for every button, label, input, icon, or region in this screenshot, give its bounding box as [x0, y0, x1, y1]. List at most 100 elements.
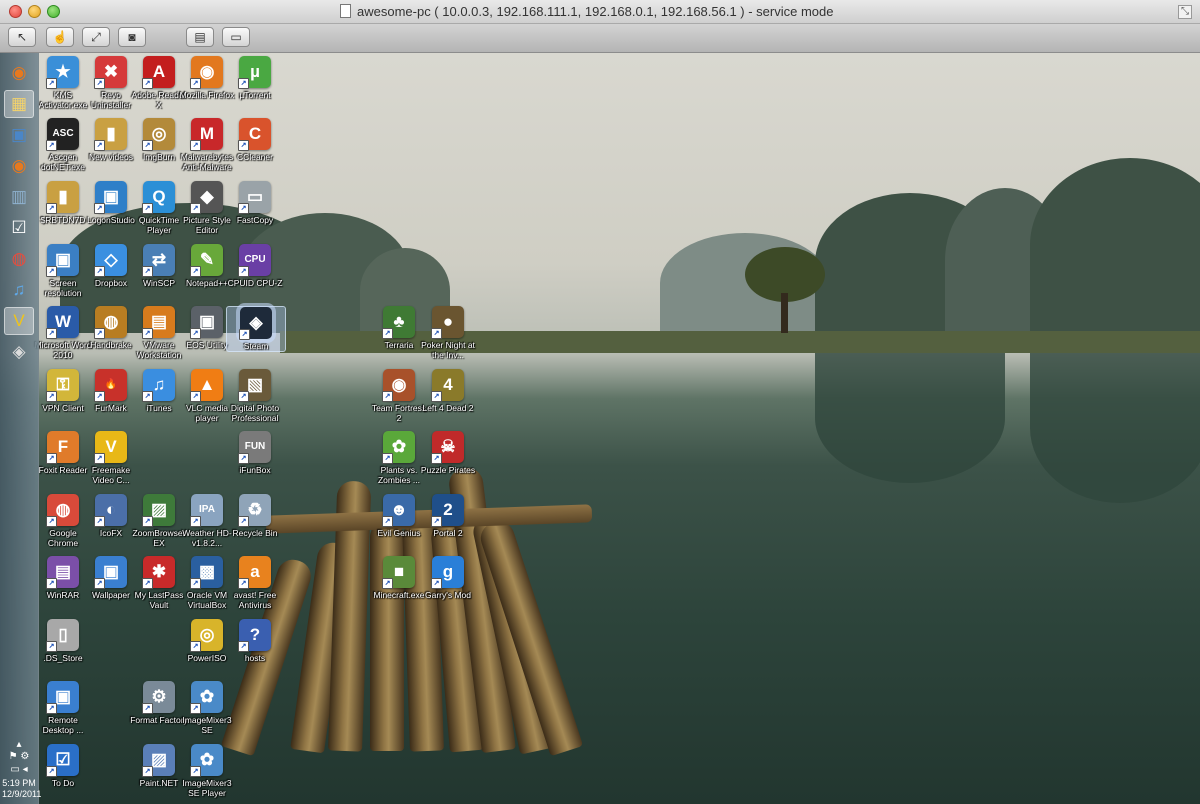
- imagemixer3-se-icon: ✿ ↗: [190, 681, 223, 714]
- desktop-icon-ds-store[interactable]: ▯ ↗ .DS_Store: [34, 619, 92, 663]
- shortcut-arrow-icon: ↗: [94, 516, 105, 527]
- oracle-vm-virtualbox-icon: ▩ ↗: [190, 556, 223, 589]
- new-videos-icon: ▮ ↗: [94, 118, 127, 151]
- show-hidden-icons-icon[interactable]: ▴: [2, 739, 36, 750]
- left-4-dead-2-icon: 4 ↗: [431, 369, 464, 402]
- furmark-icon: 🔥 ↗: [94, 369, 127, 402]
- shortcut-arrow-icon: ↗: [94, 140, 105, 151]
- clipboard-icon: ▤: [194, 30, 206, 44]
- shortcut-arrow-icon: ↗: [46, 391, 57, 402]
- desktop-icon-freemake-video-c[interactable]: V ↗ Freemake Video C...: [82, 431, 140, 485]
- desktop-icon-digital-photo-professional[interactable]: ▧ ↗ Digital Photo Professional: [226, 369, 284, 423]
- desktop-icon-garry-s-mod[interactable]: g ↗ Garry's Mod: [419, 556, 477, 600]
- fastcopy-icon: ▭ ↗: [238, 181, 271, 214]
- shortcut-arrow-icon: ↗: [94, 453, 105, 464]
- taskbar-firefox-2-icon[interactable]: ◉: [4, 152, 34, 180]
- shortcut-arrow-icon: ↗: [238, 391, 249, 402]
- desktop-icon-left-4-dead-2[interactable]: 4 ↗ Left 4 Dead 2: [419, 369, 477, 413]
- desktop-icon-torrent[interactable]: µ ↗ µTorrent: [226, 56, 284, 100]
- clock[interactable]: 5:19 PM 12/9/2011: [2, 778, 41, 800]
- shortcut-arrow-icon: ↗: [431, 578, 442, 589]
- desktop-icon-portal-2[interactable]: 2 ↗ Portal 2: [419, 494, 477, 538]
- desktop-icon-label: avast! Free Antivirus: [233, 590, 277, 610]
- winrar-icon: ▤ ↗: [46, 556, 79, 589]
- itunes-icon: ♫ ↗: [142, 369, 175, 402]
- desktop-icon-fastcopy[interactable]: ▭ ↗ FastCopy: [226, 181, 284, 225]
- toolbar-button-5[interactable]: ▭: [222, 27, 250, 47]
- desktop-icon-label: Puzzle Pirates: [420, 465, 476, 475]
- minimize-window-button[interactable]: [28, 5, 41, 18]
- hosts-icon: ? ↗: [238, 619, 271, 652]
- steam-icon: ◈ ↗: [239, 307, 272, 340]
- shortcut-arrow-icon: ↗: [46, 766, 57, 777]
- shortcut-arrow-icon: ↗: [431, 453, 442, 464]
- taskbar-firefox-icon[interactable]: ◉: [4, 59, 34, 87]
- vpn-client-icon: ⚿ ↗: [46, 369, 79, 402]
- shortcut-arrow-icon: ↗: [142, 578, 153, 589]
- shortcut-arrow-icon: ↗: [46, 328, 57, 339]
- taskbar-file-explorer-icon[interactable]: ▦: [4, 90, 34, 118]
- shortcut-arrow-icon: ↗: [382, 453, 393, 464]
- quicktime-player-icon: Q ↗: [142, 181, 175, 214]
- tray-icons[interactable]: ⚑ ⚙ ▭ ◂: [2, 750, 36, 776]
- clock-time: 5:19 PM: [2, 778, 36, 788]
- shortcut-arrow-icon: ↗: [382, 391, 393, 402]
- digital-photo-professional-icon: ▧ ↗: [238, 369, 271, 402]
- taskbar-network-icon[interactable]: ▥: [4, 183, 34, 211]
- desktop-icon-cpuid-cpu-z[interactable]: CPU ↗ CPUID CPU-Z: [226, 244, 284, 288]
- desktop-icon-recycle-bin[interactable]: ♻ ↗ Recycle Bin: [226, 494, 284, 538]
- desktop-icon-hosts[interactable]: ? ↗ hosts: [226, 619, 284, 663]
- my-lastpass-vault-icon: ✱ ↗: [142, 556, 175, 589]
- desktop-icon-label: Garry's Mod: [424, 590, 472, 600]
- tree-trunk: [781, 293, 788, 333]
- shortcut-arrow-icon: ↗: [190, 328, 201, 339]
- exit-fullscreen-icon[interactable]: ⤡: [1178, 5, 1192, 19]
- remote-desktop-icon: ▣ ↗: [46, 681, 79, 714]
- screenshot-camera-icon: ◙: [128, 30, 136, 44]
- shortcut-arrow-icon: ↗: [190, 641, 201, 652]
- taskbar-freemake-icon[interactable]: V: [4, 307, 34, 335]
- malwarebytes-anti-malware-icon: M ↗: [190, 118, 223, 151]
- desktop-icon-ifunbox[interactable]: FUN ↗ iFunBox: [226, 431, 284, 475]
- taskbar-monitor-icon[interactable]: ▣: [4, 121, 34, 149]
- shortcut-arrow-icon: ↗: [46, 641, 57, 652]
- taskbar-itunes-icon[interactable]: ♫: [4, 276, 34, 304]
- foxit-reader-icon: F ↗: [46, 431, 79, 464]
- revo-uninstaller-icon: ✖ ↗: [94, 56, 127, 89]
- screen-resolution-icon: ▣ ↗: [46, 244, 79, 277]
- shortcut-arrow-icon: ↗: [190, 203, 201, 214]
- taskbar-steam-icon[interactable]: ◈: [4, 338, 34, 366]
- desktop-icon-to-do[interactable]: ☑ ↗ To Do: [34, 744, 92, 788]
- shortcut-arrow-icon: ↗: [238, 578, 249, 589]
- logonstudio-icon: ▣ ↗: [94, 181, 127, 214]
- desktop-icon-puzzle-pirates[interactable]: ☠ ↗ Puzzle Pirates: [419, 431, 477, 475]
- desktop-icon-avast-free-antivirus[interactable]: a ↗ avast! Free Antivirus: [226, 556, 284, 610]
- shortcut-arrow-icon: ↗: [46, 453, 57, 464]
- taskbar-checkbox-icon[interactable]: ☑: [4, 214, 34, 242]
- desktop-icon-label: .DS_Store: [43, 653, 83, 663]
- shortcut-arrow-icon: ↗: [46, 140, 57, 151]
- toolbar-button-0[interactable]: ↖: [8, 27, 36, 47]
- desktop-icon-label: Freemake Video C...: [91, 465, 131, 485]
- shortcut-arrow-icon: ↗: [239, 329, 250, 340]
- desktop-icon-steam[interactable]: ◈ ↗ Steam: [226, 306, 286, 352]
- shortcut-arrow-icon: ↗: [142, 78, 153, 89]
- desktop-icon-remote-desktop[interactable]: ▣ ↗ Remote Desktop ...: [34, 681, 92, 735]
- close-window-button[interactable]: [9, 5, 22, 18]
- desktop-icon-label: FastCopy: [236, 215, 274, 225]
- shortcut-arrow-icon: ↗: [238, 641, 249, 652]
- toolbar-button-3[interactable]: ◙: [118, 27, 146, 47]
- desktop-icon-label: ImageMixer3 SE Player: [182, 778, 232, 798]
- imagemixer3-se-player-icon: ✿ ↗: [190, 744, 223, 777]
- desktop-icon-poker-night-at-the-inv[interactable]: ● ↗ Poker Night at the Inv...: [419, 306, 477, 360]
- desktop-icon-ccleaner[interactable]: C ↗ CCleaner: [226, 118, 284, 162]
- shortcut-arrow-icon: ↗: [46, 78, 57, 89]
- taskbar-chrome-icon[interactable]: ◍: [4, 245, 34, 273]
- toolbar-button-2[interactable]: ⤢: [82, 27, 110, 47]
- desktop-icon-imagemixer3-se[interactable]: ✿ ↗ ImageMixer3 SE: [178, 681, 236, 735]
- desktop-icon-imagemixer3-se-player[interactable]: ✿ ↗ ImageMixer3 SE Player: [178, 744, 236, 798]
- weather-hd-v1-8-2-icon: IPA ↗: [190, 494, 223, 527]
- toolbar-button-1[interactable]: ☝: [46, 27, 74, 47]
- zoom-window-button[interactable]: [47, 5, 60, 18]
- toolbar-button-4[interactable]: ▤: [186, 27, 214, 47]
